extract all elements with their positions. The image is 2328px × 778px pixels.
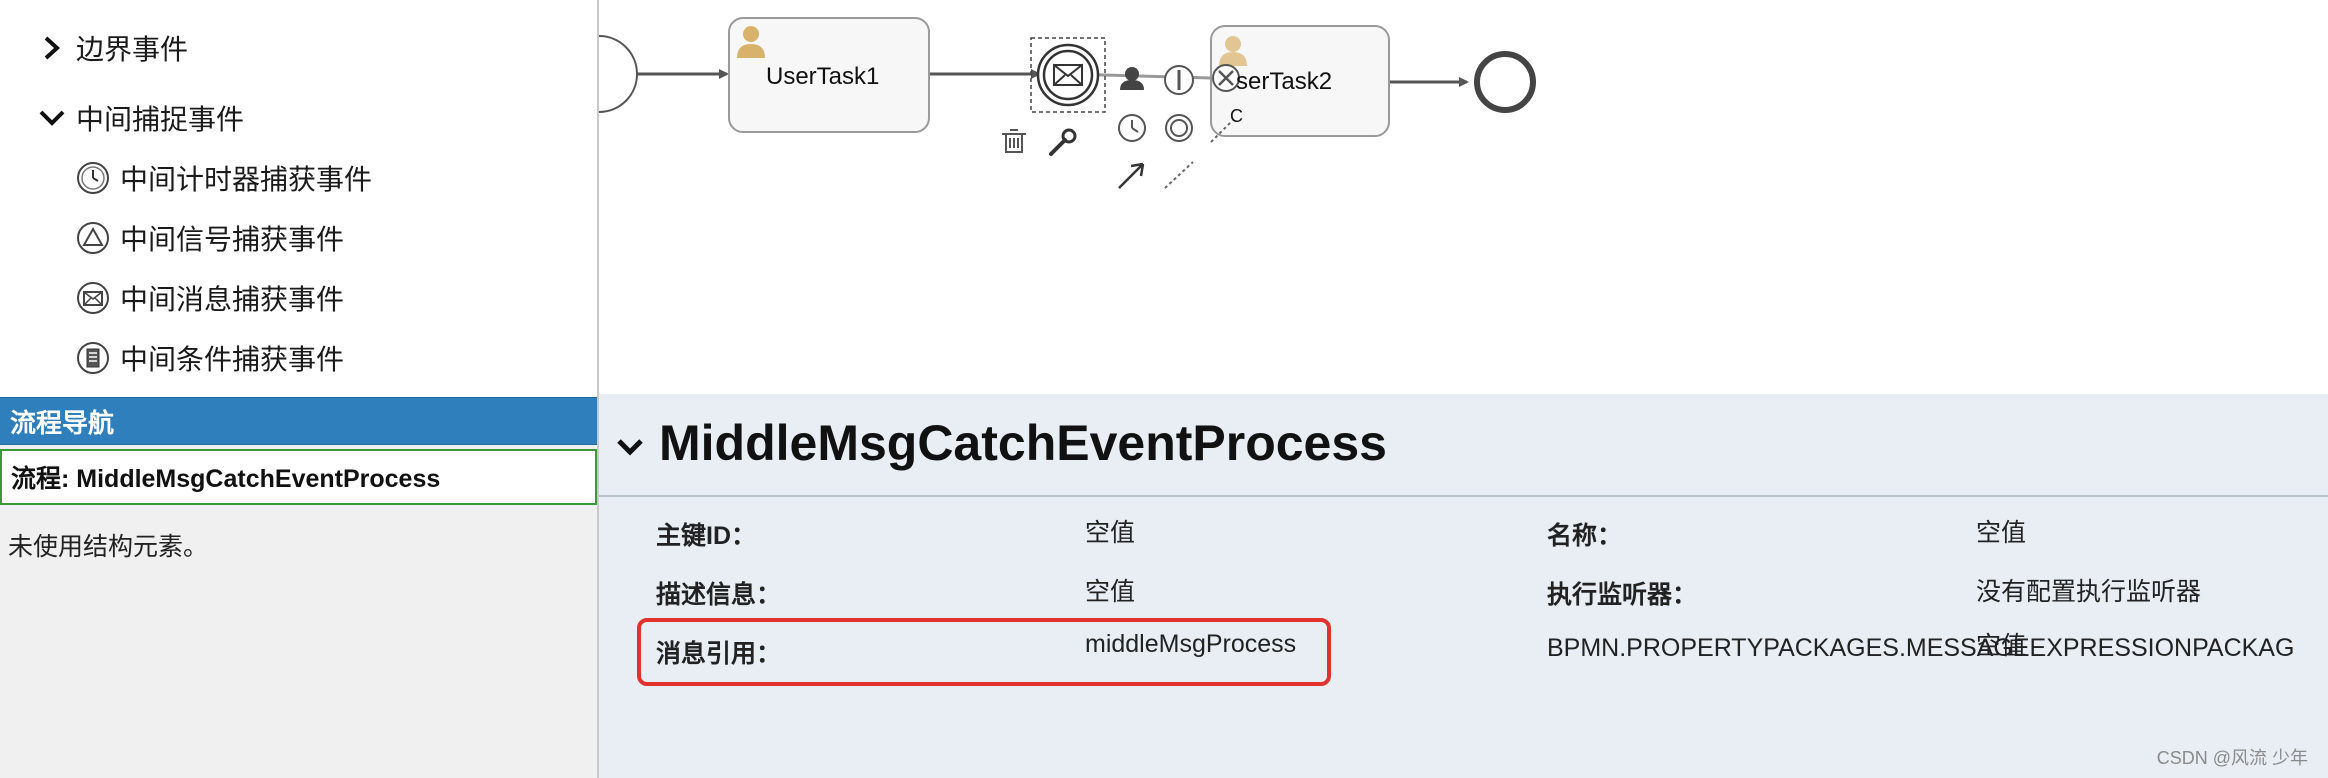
palette-item-label: 中间消息捕获事件 <box>120 284 345 315</box>
palette-item-label: 中间信号捕获事件 <box>120 224 345 255</box>
palette-item-label: 中间条件捕获事件 <box>120 344 345 375</box>
user-task-1-label: UserTask1 <box>766 63 880 90</box>
end-event[interactable] <box>1474 51 1536 113</box>
navigation-empty-text: 未使用结构元素。 <box>8 533 209 561</box>
add-end-event-icon[interactable] <box>1165 114 1193 142</box>
message-icon <box>76 281 110 315</box>
chevron-right-icon <box>38 34 66 62</box>
property-value-execution-listeners[interactable]: 没有配置执行监听器 <box>1976 572 2201 608</box>
palette-group-label: 中间捕捉事件 <box>76 104 245 135</box>
process-navigation-panel: 流程导航 流程: MiddleMsgCatchEventProcess 未使用结… <box>0 397 597 778</box>
timer-icon <box>76 161 110 195</box>
chevron-down-icon[interactable] <box>615 432 645 462</box>
property-key-message-expression: BPMN.PROPERTYPACKAGES.MESSAGEEXPRESSIONP… <box>1547 634 2295 662</box>
properties-title: MiddleMsgCatchEventProcess <box>659 415 1387 471</box>
property-value-message-expression[interactable]: 空值 <box>1976 626 2026 662</box>
properties-header[interactable]: MiddleMsgCatchEventProcess <box>599 394 2328 497</box>
chevron-down-icon <box>38 104 66 132</box>
properties-panel: MiddleMsgCatchEventProcess 主键ID： 空值 名称： … <box>599 394 2328 778</box>
add-user-task-icon[interactable] <box>1120 67 1144 90</box>
add-timer-event-icon[interactable] <box>1118 114 1146 142</box>
palette-item-message-catch[interactable]: 中间消息捕获事件 <box>76 278 344 318</box>
navigation-process-item[interactable]: 流程: MiddleMsgCatchEventProcess <box>0 449 597 505</box>
property-value-id[interactable]: 空值 <box>1085 513 1135 549</box>
diagram-canvas[interactable]: UserTask1 serTask2 C <box>599 0 2328 394</box>
watermark: CSDN @风流 少年 <box>2156 748 2308 768</box>
annotation-fragment: C <box>1230 106 1243 126</box>
association-icon[interactable] <box>1164 161 1194 189</box>
palette-item-signal-catch[interactable]: 中间信号捕获事件 <box>76 218 344 258</box>
property-key-name: 名称： <box>1547 522 1623 550</box>
palette-group-label: 边界事件 <box>76 34 189 65</box>
condition-icon <box>76 341 110 375</box>
message-catch-event[interactable] <box>1030 37 1106 113</box>
highlight-box <box>637 618 1331 686</box>
envelope-icon <box>1053 64 1083 86</box>
property-value-name[interactable]: 空值 <box>1976 513 2026 549</box>
property-key-execution-listeners: 执行监听器： <box>1547 581 1698 609</box>
palette-item-label: 中间计时器捕获事件 <box>120 164 373 195</box>
property-value-description[interactable]: 空值 <box>1085 572 1135 608</box>
left-panel: 边界事件 中间捕捉事件 中间计时器捕获事件 中间信号捕获事件 中间消息捕获事件 <box>0 0 597 778</box>
palette-item-condition-catch[interactable]: 中间条件捕获事件 <box>76 338 344 378</box>
navigation-header: 流程导航 <box>0 397 597 445</box>
palette-group-boundary-events[interactable]: 边界事件 <box>38 28 188 68</box>
property-key-id: 主键ID： <box>656 522 757 550</box>
wrench-icon[interactable] <box>1049 128 1077 156</box>
start-event[interactable] <box>599 35 638 113</box>
palette-item-timer-catch[interactable]: 中间计时器捕获事件 <box>76 158 372 198</box>
connect-arrow-icon[interactable] <box>1118 162 1145 189</box>
delete-icon[interactable] <box>1002 129 1026 153</box>
property-key-description: 描述信息： <box>656 581 782 609</box>
add-gateway-icon[interactable] <box>1164 65 1194 95</box>
shape-palette: 边界事件 中间捕捉事件 中间计时器捕获事件 中间信号捕获事件 中间消息捕获事件 <box>0 0 597 397</box>
palette-group-intermediate-catch-events[interactable]: 中间捕捉事件 <box>38 98 244 138</box>
signal-icon <box>76 221 110 255</box>
user-task-2-label: serTask2 <box>1236 68 1333 95</box>
